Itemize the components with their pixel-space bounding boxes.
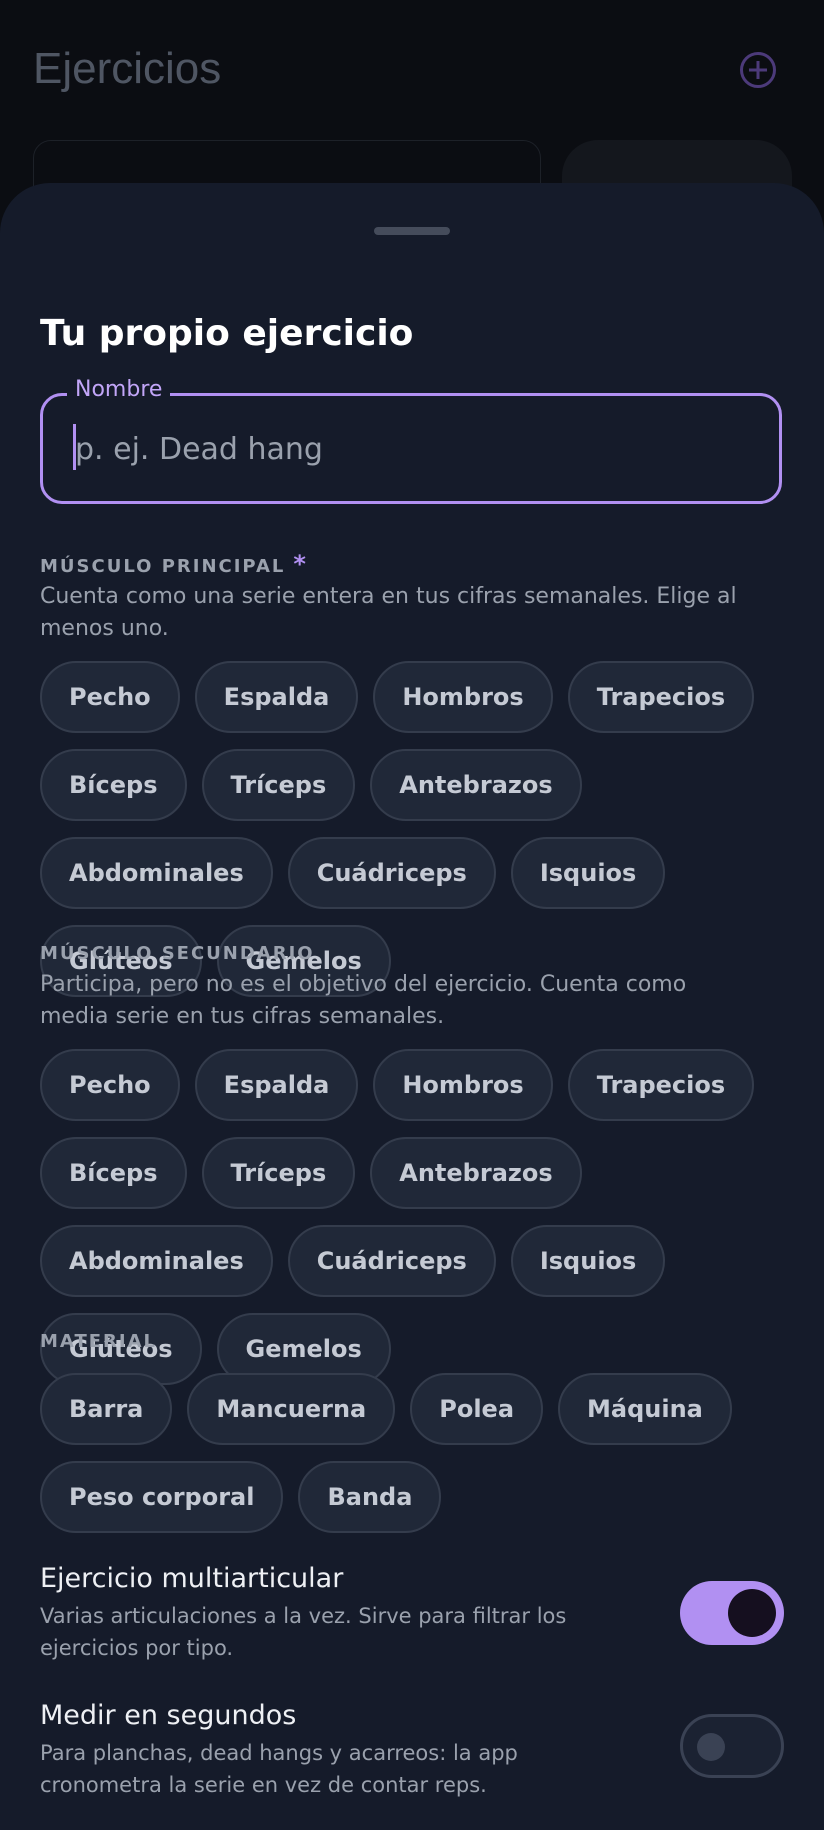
drag-handle[interactable] xyxy=(374,227,450,235)
primary-muscle-chip[interactable]: Cuádriceps xyxy=(287,837,496,909)
primary-muscle-chip[interactable]: Pecho xyxy=(40,661,180,733)
secondary-muscle-title: MÚSCULO SECUNDARIO xyxy=(40,943,315,964)
multiarticular-desc: Varias articulaciones a la vez. Sirve pa… xyxy=(40,1604,567,1660)
material-chip[interactable]: Polea xyxy=(410,1373,544,1445)
page-title: Ejercicios xyxy=(33,44,222,93)
multiarticular-title: Ejercicio multiarticular xyxy=(40,1563,344,1594)
material-chip[interactable]: Peso corporal xyxy=(40,1461,284,1533)
seconds-row: Medir en segundos Para planchas, dead ha… xyxy=(40,1700,784,1801)
background-screen: Ejercicios xyxy=(0,0,824,230)
secondary-muscle-chip[interactable]: Pecho xyxy=(40,1049,180,1121)
secondary-muscle-chip[interactable]: Antebrazos xyxy=(370,1137,582,1209)
secondary-muscle-chip[interactable]: Isquios xyxy=(510,1225,666,1297)
multiarticular-toggle[interactable] xyxy=(680,1581,784,1645)
secondary-muscle-chip[interactable]: Bíceps xyxy=(40,1137,187,1209)
secondary-muscle-help: Participa, pero no es el objetivo del ej… xyxy=(40,972,687,1029)
primary-muscle-chip[interactable]: Bíceps xyxy=(40,749,187,821)
text-cursor xyxy=(73,424,76,470)
secondary-muscle-chip[interactable]: Cuádriceps xyxy=(287,1225,496,1297)
primary-muscle-chip[interactable]: Isquios xyxy=(510,837,666,909)
primary-muscle-chip[interactable]: Tríceps xyxy=(201,749,356,821)
name-field-label: Nombre xyxy=(67,377,171,402)
multiarticular-row: Ejercicio multiarticular Varias articula… xyxy=(40,1563,784,1664)
primary-muscle-chip[interactable]: Trapecios xyxy=(567,661,755,733)
secondary-muscle-chip[interactable]: Hombros xyxy=(373,1049,553,1121)
material-chips: Barra Mancuerna Polea Máquina Peso corporal B… xyxy=(40,1373,800,1533)
primary-muscle-help: Cuenta como una serie entera en tus cifr… xyxy=(40,584,737,641)
toggle-knob xyxy=(697,1733,725,1761)
name-field[interactable]: Nombre xyxy=(40,377,782,504)
material-chip[interactable]: Máquina xyxy=(558,1373,732,1445)
primary-muscle-title: MÚSCULO PRINCIPAL * xyxy=(40,550,308,578)
sheet-title: Tu propio ejercicio xyxy=(40,313,414,354)
name-input[interactable] xyxy=(73,428,727,470)
primary-muscle-chip[interactable]: Hombros xyxy=(373,661,553,733)
material-chip[interactable]: Mancuerna xyxy=(187,1373,396,1445)
secondary-muscle-chip[interactable]: Espalda xyxy=(194,1049,359,1121)
primary-muscle-chip[interactable]: Antebrazos xyxy=(370,749,582,821)
secondary-muscle-chip[interactable]: Abdominales xyxy=(40,1225,273,1297)
primary-muscle-chip[interactable]: Espalda xyxy=(194,661,359,733)
secondary-muscle-chip[interactable]: Tríceps xyxy=(201,1137,356,1209)
seconds-desc: Para planchas, dead hangs y acarreos: la… xyxy=(40,1741,518,1797)
create-exercise-sheet: Tu propio ejercicio Nombre MÚSCULO PRINC… xyxy=(0,183,824,1830)
material-chip[interactable]: Banda xyxy=(298,1461,442,1533)
required-mark: * xyxy=(293,550,308,578)
material-chip[interactable]: Barra xyxy=(40,1373,173,1445)
material-title: MATERIAL xyxy=(40,1331,157,1352)
primary-muscle-label: MÚSCULO PRINCIPAL xyxy=(40,556,286,577)
seconds-toggle[interactable] xyxy=(680,1714,784,1778)
secondary-muscle-chip[interactable]: Trapecios xyxy=(567,1049,755,1121)
seconds-title: Medir en segundos xyxy=(40,1700,297,1731)
toggle-knob xyxy=(728,1589,776,1637)
plus-circle-icon[interactable] xyxy=(740,52,776,88)
primary-muscle-chip[interactable]: Abdominales xyxy=(40,837,273,909)
